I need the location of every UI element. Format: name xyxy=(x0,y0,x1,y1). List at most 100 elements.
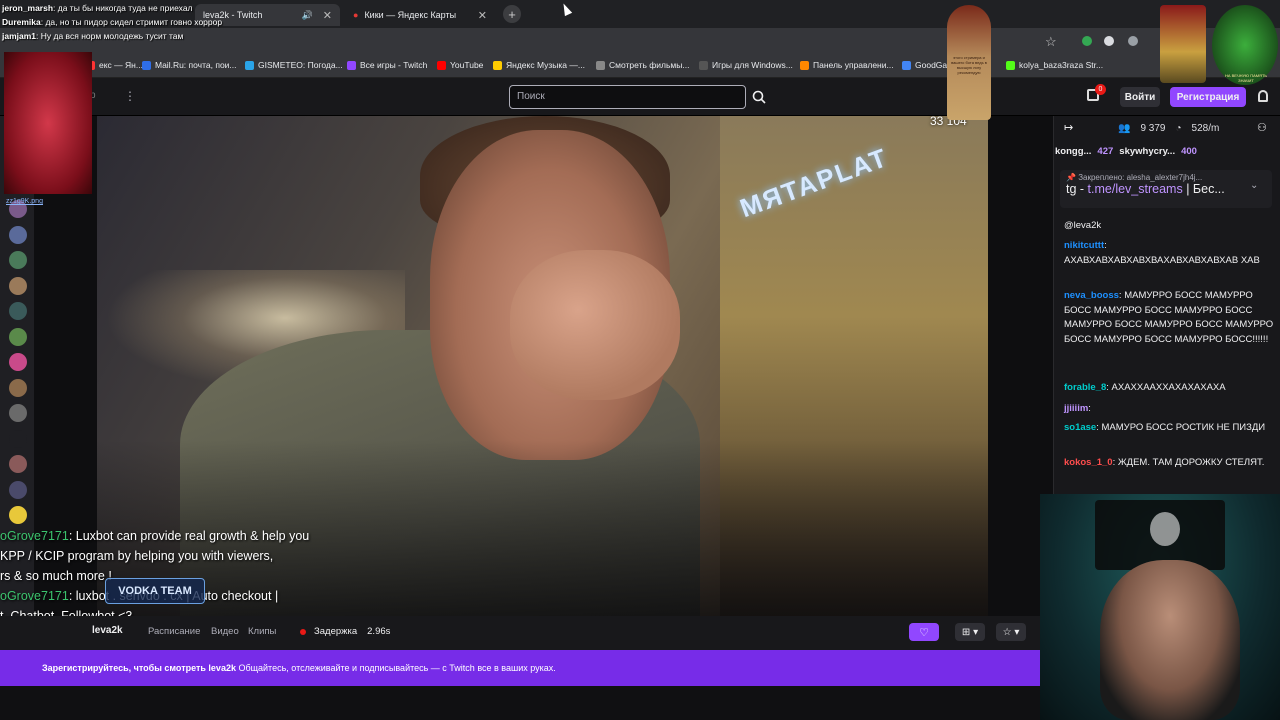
pinned-link[interactable]: t.me/lev_streams xyxy=(1088,182,1183,196)
chat-username[interactable]: forable_8 xyxy=(1064,382,1106,393)
chat-message-text: : ЖДЕМ. ТАМ ДОРОЖКУ СТЕЛЯТ. xyxy=(1112,457,1265,468)
tab-label: Кики — Яндекс Карты xyxy=(364,10,457,20)
overlay-chat-user: jamjam1 xyxy=(2,31,37,41)
leader-name[interactable]: kongg... xyxy=(1055,146,1091,157)
chat-username[interactable]: so1ase xyxy=(1064,422,1096,433)
tab-clips[interactable]: Клипы xyxy=(248,626,276,637)
bookmark-item[interactable]: Смотреть фильмы... xyxy=(596,60,689,70)
overlay-chat-text: : да, но ты пидор сидел стримит говно хо… xyxy=(40,17,223,27)
chat-message: @leva2k xyxy=(1064,219,1274,234)
bookmark-item[interactable]: GISMETEO: Погода... xyxy=(245,60,343,70)
chevron-down-icon[interactable]: ⌄ xyxy=(1250,180,1258,191)
channel-avatar[interactable] xyxy=(9,251,27,269)
chat-username[interactable]: neva_booss xyxy=(1064,290,1119,301)
channel-avatar[interactable] xyxy=(9,378,27,397)
chat-message: kokos_1_0: ЖДЕМ. ТАМ ДОРОЖКУ СТЕЛЯТ. xyxy=(1064,456,1274,471)
channel-avatar[interactable] xyxy=(9,480,27,499)
leader-name[interactable]: skywhycry... xyxy=(1119,146,1175,157)
chat-username[interactable]: nikitcuttt xyxy=(1064,240,1104,251)
bookmark-label: Игры для Windows... xyxy=(712,60,793,70)
overlay-chat-text: rs & so much more ! xyxy=(0,569,112,583)
signup-button[interactable]: Регистрация xyxy=(1170,87,1246,107)
bookmark-item[interactable]: екс — Ян... xyxy=(86,60,143,70)
star-icon: ☆ ▾ xyxy=(1002,626,1020,638)
notifications-count-badge: 0 xyxy=(1095,84,1106,95)
bookmark-item[interactable]: Mail.Ru: почта, пои... xyxy=(142,60,237,70)
bookmark-label: Панель управлени... xyxy=(813,60,894,70)
leader-value: 427 xyxy=(1097,145,1114,157)
more-icon[interactable]: ⋮ xyxy=(124,89,136,103)
bookmark-item[interactable]: Все игры - Twitch xyxy=(347,60,427,70)
bookmark-label: Mail.Ru: почта, пои... xyxy=(155,60,237,70)
pin-icon: 📌 xyxy=(1066,173,1079,182)
bookmark-item[interactable]: kolya_baza3raza Str... xyxy=(1006,60,1103,70)
channel-avatar[interactable] xyxy=(9,225,27,244)
subscribe-button[interactable]: ☆ ▾ xyxy=(996,623,1026,641)
chat-rate: 528/m xyxy=(1191,122,1220,134)
close-icon[interactable]: ✕ xyxy=(478,9,487,22)
search-input[interactable]: Поиск xyxy=(509,85,746,109)
bookmark-favicon-icon xyxy=(1006,60,1015,70)
medals-sticker xyxy=(1160,5,1206,83)
extension-icon[interactable] xyxy=(1128,36,1138,46)
user-menu-icon[interactable] xyxy=(1258,90,1268,102)
overlay-chat-line: KPP / KCIP program by helping you with v… xyxy=(0,549,273,563)
latency-indicator: Задержка 2.96s xyxy=(300,626,390,637)
extension-icon[interactable] xyxy=(1082,36,1092,46)
collapse-chat-icon[interactable]: ↦ xyxy=(1064,121,1073,134)
community-icon[interactable]: ⚇ xyxy=(1257,121,1267,134)
bookmark-item[interactable]: Игры для Windows... xyxy=(699,60,793,70)
speaker-icon[interactable]: 🔊 xyxy=(302,10,313,21)
viewers-icon: 👥 xyxy=(1118,122,1131,134)
extension-icon[interactable] xyxy=(1104,36,1114,46)
channel-avatar[interactable] xyxy=(9,506,27,524)
channel-name[interactable]: leva2k xyxy=(92,625,123,636)
chat-username[interactable]: jjiiiim xyxy=(1064,403,1088,414)
login-button[interactable]: Войти xyxy=(1120,87,1160,107)
channel-avatar[interactable] xyxy=(9,302,27,320)
close-icon[interactable]: ✕ xyxy=(323,9,332,22)
photo-filename[interactable]: zz1g9K.png xyxy=(6,198,43,205)
overlay-chat-user: oGrove7171 xyxy=(0,529,69,543)
tab-schedule[interactable]: Расписание xyxy=(148,626,200,637)
search-button[interactable] xyxy=(748,85,770,109)
bookmark-item[interactable]: Яндекс Музыка —... xyxy=(493,60,585,70)
follow-button[interactable]: ♡ xyxy=(909,623,939,641)
bookmark-label: YouTube xyxy=(450,60,484,70)
tab-yandex-maps[interactable]: ● Кики — Яндекс Карты ✕ xyxy=(345,4,495,26)
chat-leaderboard: kongg... 427 skywhycry... 400 xyxy=(1053,143,1280,159)
bookmark-item[interactable]: YouTube xyxy=(437,60,483,70)
gift-button[interactable]: ⊞ ▾ xyxy=(955,623,985,641)
new-tab-button[interactable]: + xyxy=(503,5,521,23)
overlay-chat-line: rs & so much more ! xyxy=(0,569,112,583)
chat-stats: 👥 9 379 ◔ 528/m xyxy=(1118,120,1280,136)
chat-message-text: @leva2k xyxy=(1064,220,1102,231)
latency-value: 2.96s xyxy=(367,626,391,637)
bookmark-favicon-icon xyxy=(142,60,151,70)
overlay-chat-topleft: jeron_marsh: да ты бы никогда туда не пр… xyxy=(2,3,232,45)
channel-avatar[interactable] xyxy=(9,455,27,473)
pinned-suffix: | Бес... xyxy=(1182,182,1225,196)
webcam-person xyxy=(1100,560,1240,720)
skull-icon xyxy=(1150,512,1180,546)
overlay-photo xyxy=(4,52,92,194)
chat-username[interactable]: kokos_1_0 xyxy=(1064,457,1113,468)
overlay-chat-line: oGrove7171: Luxbot can provide real grow… xyxy=(0,529,309,543)
channel-avatar[interactable] xyxy=(9,404,27,422)
bookmark-item[interactable]: Панель управлени... xyxy=(800,60,894,70)
gift-icon: ⊞ ▾ xyxy=(961,626,979,638)
bookmark-favicon-icon xyxy=(699,60,708,70)
channel-avatar[interactable] xyxy=(9,429,27,448)
channel-avatar[interactable] xyxy=(9,276,27,295)
overlay-chat-text: KPP / KCIP program by helping you with v… xyxy=(0,549,274,563)
overlay-chat-line: jamjam1: Ну да вся норм молодежь тусит т… xyxy=(2,31,232,45)
channel-avatar[interactable] xyxy=(9,353,27,371)
tab-videos[interactable]: Видео xyxy=(211,626,239,637)
pinned-prefix: tg - xyxy=(1066,182,1088,196)
channel-avatar[interactable] xyxy=(9,327,27,346)
bottom-overlay-area xyxy=(0,686,1040,720)
rate-icon: ◔ xyxy=(1175,122,1182,134)
team-badge: VODKA TEAM xyxy=(105,578,205,604)
pinned-message[interactable]: 📌 Закреплено: alesha_alexter7jh4j... tg … xyxy=(1060,170,1272,208)
bookmark-star-icon[interactable]: ☆ xyxy=(1045,34,1057,50)
